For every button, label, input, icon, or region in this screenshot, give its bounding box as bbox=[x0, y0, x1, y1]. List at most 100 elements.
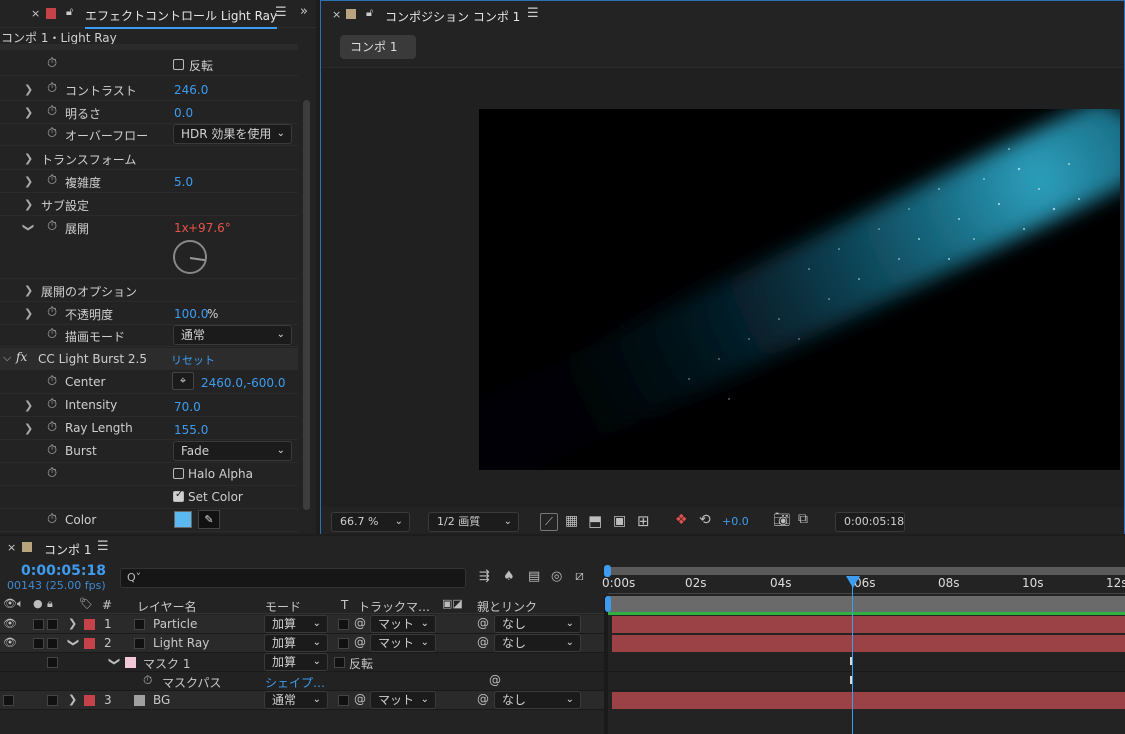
fx-badge[interactable]: fx bbox=[16, 350, 27, 364]
evolution-degrees[interactable]: +97.6° bbox=[188, 221, 231, 235]
mask-path-row[interactable]: ⏱︎ マスクパス シェイプ… @ bbox=[0, 672, 604, 691]
ray-length-value[interactable]: 155.0 bbox=[174, 423, 208, 437]
chevron-right-icon[interactable]: ❯ bbox=[68, 693, 77, 706]
guides-icon[interactable]: ⊞ bbox=[637, 512, 650, 530]
effect-panel-scrollbar[interactable] bbox=[303, 100, 310, 510]
contrast-value[interactable]: 246.0 bbox=[174, 83, 208, 97]
color-channels-icon[interactable]: ❖ bbox=[675, 512, 688, 528]
layer-name-column-header[interactable]: レイヤー名 bbox=[137, 598, 197, 615]
comp-subtab[interactable]: コンポ 1 bbox=[340, 35, 416, 59]
mask-path-pickwhip-icon[interactable]: @ bbox=[489, 673, 501, 687]
overflow-dropdown[interactable]: HDR 効果を使用 ⌄ bbox=[173, 124, 292, 144]
crosshair-icon[interactable]: ⌖ bbox=[172, 372, 194, 390]
fast-preview-icon[interactable]: ⟋ bbox=[540, 513, 558, 531]
color-swatch[interactable] bbox=[174, 511, 192, 528]
preserve-transparency-toggle[interactable] bbox=[338, 695, 349, 706]
layer-row[interactable]: 👁︎ ❯ 1 Particle 加算 ⌄ @ マット ⌄ @ なし ⌄ bbox=[0, 615, 604, 634]
preserve-transparency-toggle[interactable] bbox=[338, 638, 349, 649]
invert-checkbox[interactable] bbox=[173, 59, 184, 70]
layer-label-color[interactable] bbox=[84, 619, 95, 630]
layer-search-input[interactable]: Q˅ bbox=[120, 568, 466, 588]
mask-path-value[interactable]: シェイプ… bbox=[265, 674, 325, 691]
time-ruler[interactable]: 0:00s 02s 04s 06s 08s 10s 12s bbox=[602, 576, 1125, 594]
snapshot-icon[interactable]: 📷︎ bbox=[773, 512, 791, 528]
track-matte-pickwhip-icon[interactable]: @ bbox=[354, 692, 366, 706]
opacity-value[interactable]: 100.0 bbox=[174, 307, 208, 321]
lock-icon[interactable]: 🔓︎ bbox=[66, 5, 73, 19]
parent-pickwhip-icon[interactable]: @ bbox=[477, 635, 489, 649]
eyedropper-icon[interactable]: ✎ bbox=[198, 510, 220, 529]
layer-duration-bar[interactable] bbox=[612, 635, 1125, 652]
layer-name[interactable]: BG bbox=[153, 693, 170, 707]
playhead-line[interactable] bbox=[852, 576, 853, 734]
playhead-handle[interactable] bbox=[846, 576, 860, 588]
stopwatch-icon[interactable]: ⏱︎ bbox=[47, 219, 57, 234]
resolution-dropdown[interactable]: 1/2 画質 ⌄ bbox=[428, 512, 519, 532]
layer-label-color[interactable] bbox=[84, 638, 95, 649]
show-snapshot-icon[interactable]: ⧉ bbox=[798, 511, 808, 527]
chevron-down-icon[interactable]: ⌵ bbox=[3, 351, 11, 365]
chevron-right-icon[interactable]: ❯ bbox=[24, 175, 33, 188]
graph-editor-icon[interactable]: ⧄ bbox=[575, 568, 584, 584]
layer-name[interactable]: Light Ray bbox=[153, 636, 209, 650]
halo-alpha-checkbox[interactable] bbox=[173, 468, 184, 479]
chevron-right-icon[interactable]: ❯ bbox=[68, 617, 77, 630]
brightness-value[interactable]: 0.0 bbox=[174, 106, 193, 120]
mask-name[interactable]: マスク 1 bbox=[143, 655, 190, 672]
layer-duration-bar[interactable] bbox=[612, 692, 1125, 709]
exposure-value[interactable]: +0.0 bbox=[722, 515, 749, 528]
region-of-interest-icon[interactable]: ▣ bbox=[613, 513, 626, 529]
parent-dropdown[interactable]: なし ⌄ bbox=[494, 615, 581, 633]
panel-menu-icon[interactable]: ☰ bbox=[527, 6, 539, 21]
burst-dropdown[interactable]: Fade ⌄ bbox=[173, 441, 292, 461]
comp-canvas[interactable] bbox=[479, 109, 1120, 470]
mask-visibility-icon[interactable]: ⬒ bbox=[588, 512, 602, 530]
stopwatch-icon[interactable]: ⏱︎ bbox=[47, 305, 57, 320]
mask-lock-toggle[interactable] bbox=[47, 657, 58, 668]
lock-icon[interactable]: 🔓︎ bbox=[366, 6, 373, 20]
stopwatch-icon[interactable]: ⏱︎ bbox=[47, 420, 57, 435]
stopwatch-icon[interactable]: ⏱︎ bbox=[47, 173, 57, 188]
evolution-revolutions[interactable]: 1x bbox=[174, 221, 189, 235]
close-icon[interactable]: × bbox=[7, 541, 16, 554]
chevron-down-icon[interactable]: ❯ bbox=[22, 223, 35, 232]
visibility-toggle[interactable] bbox=[3, 695, 14, 706]
eye-icon[interactable]: 👁︎ bbox=[3, 636, 17, 649]
lock-toggle[interactable] bbox=[47, 619, 58, 630]
reset-link[interactable]: リセット bbox=[171, 352, 215, 368]
stopwatch-icon[interactable]: ⏱︎ bbox=[47, 81, 57, 96]
close-icon[interactable]: × bbox=[31, 7, 40, 20]
viewer-timecode[interactable]: 0:00:05:18 bbox=[835, 512, 905, 532]
comp-mini-flowchart-icon[interactable]: ⇶ bbox=[479, 569, 490, 584]
chevron-right-icon[interactable]: ❯ bbox=[24, 198, 33, 211]
chevron-right-icon[interactable]: ❯ bbox=[24, 422, 33, 435]
layer-row[interactable]: ❯ 3 BG 通常 ⌄ @ マット ⌄ @ なし ⌄ bbox=[0, 691, 604, 710]
stopwatch-icon[interactable]: ⏱︎ bbox=[47, 397, 57, 412]
stopwatch-icon[interactable]: ⏱︎ bbox=[47, 374, 57, 389]
panel-tab-title[interactable]: エフェクトコントロール Light Ray bbox=[85, 7, 278, 29]
stopwatch-icon[interactable]: ⏱︎ bbox=[143, 673, 152, 688]
stopwatch-icon[interactable]: ⏱︎ bbox=[47, 466, 57, 481]
chevron-down-icon[interactable]: ❯ bbox=[108, 657, 121, 666]
layer-duration-bar[interactable] bbox=[612, 616, 1125, 633]
motion-blur-icon[interactable]: ◎ bbox=[551, 569, 562, 584]
panel-menu-icon[interactable]: ☰ bbox=[97, 539, 109, 554]
mask-row[interactable]: ❯ マスク 1 加算 ⌄ 反転 bbox=[0, 653, 604, 672]
panel-tab-title[interactable]: コンポジション コンポ 1 bbox=[385, 8, 520, 25]
intensity-value[interactable]: 70.0 bbox=[174, 400, 201, 414]
effect-header-row[interactable]: ⌵ fx CC Light Burst 2.5 リセット bbox=[0, 348, 298, 370]
track-matte-pickwhip-icon[interactable]: @ bbox=[354, 616, 366, 630]
layer-label-color[interactable] bbox=[84, 695, 95, 706]
layer-mode-dropdown[interactable]: 通常 ⌄ bbox=[264, 691, 328, 709]
timeline-timecode[interactable]: 0:00:05:18 bbox=[21, 563, 106, 579]
frame-blending-icon[interactable]: ▤ bbox=[528, 569, 540, 584]
stopwatch-icon[interactable]: ⏱︎ bbox=[47, 443, 57, 458]
timeline-tab-title[interactable]: コンポ 1 bbox=[44, 541, 91, 558]
layer-name[interactable]: Particle bbox=[153, 617, 197, 631]
eye-icon[interactable]: 👁︎ bbox=[3, 617, 17, 630]
chevron-right-icon[interactable]: ❯ bbox=[24, 307, 33, 320]
parent-pickwhip-icon[interactable]: @ bbox=[477, 692, 489, 706]
reset-exposure-icon[interactable]: ⟲ bbox=[699, 512, 711, 528]
parent-dropdown[interactable]: なし ⌄ bbox=[494, 691, 581, 709]
stopwatch-icon[interactable]: ⏱︎ bbox=[47, 327, 57, 342]
